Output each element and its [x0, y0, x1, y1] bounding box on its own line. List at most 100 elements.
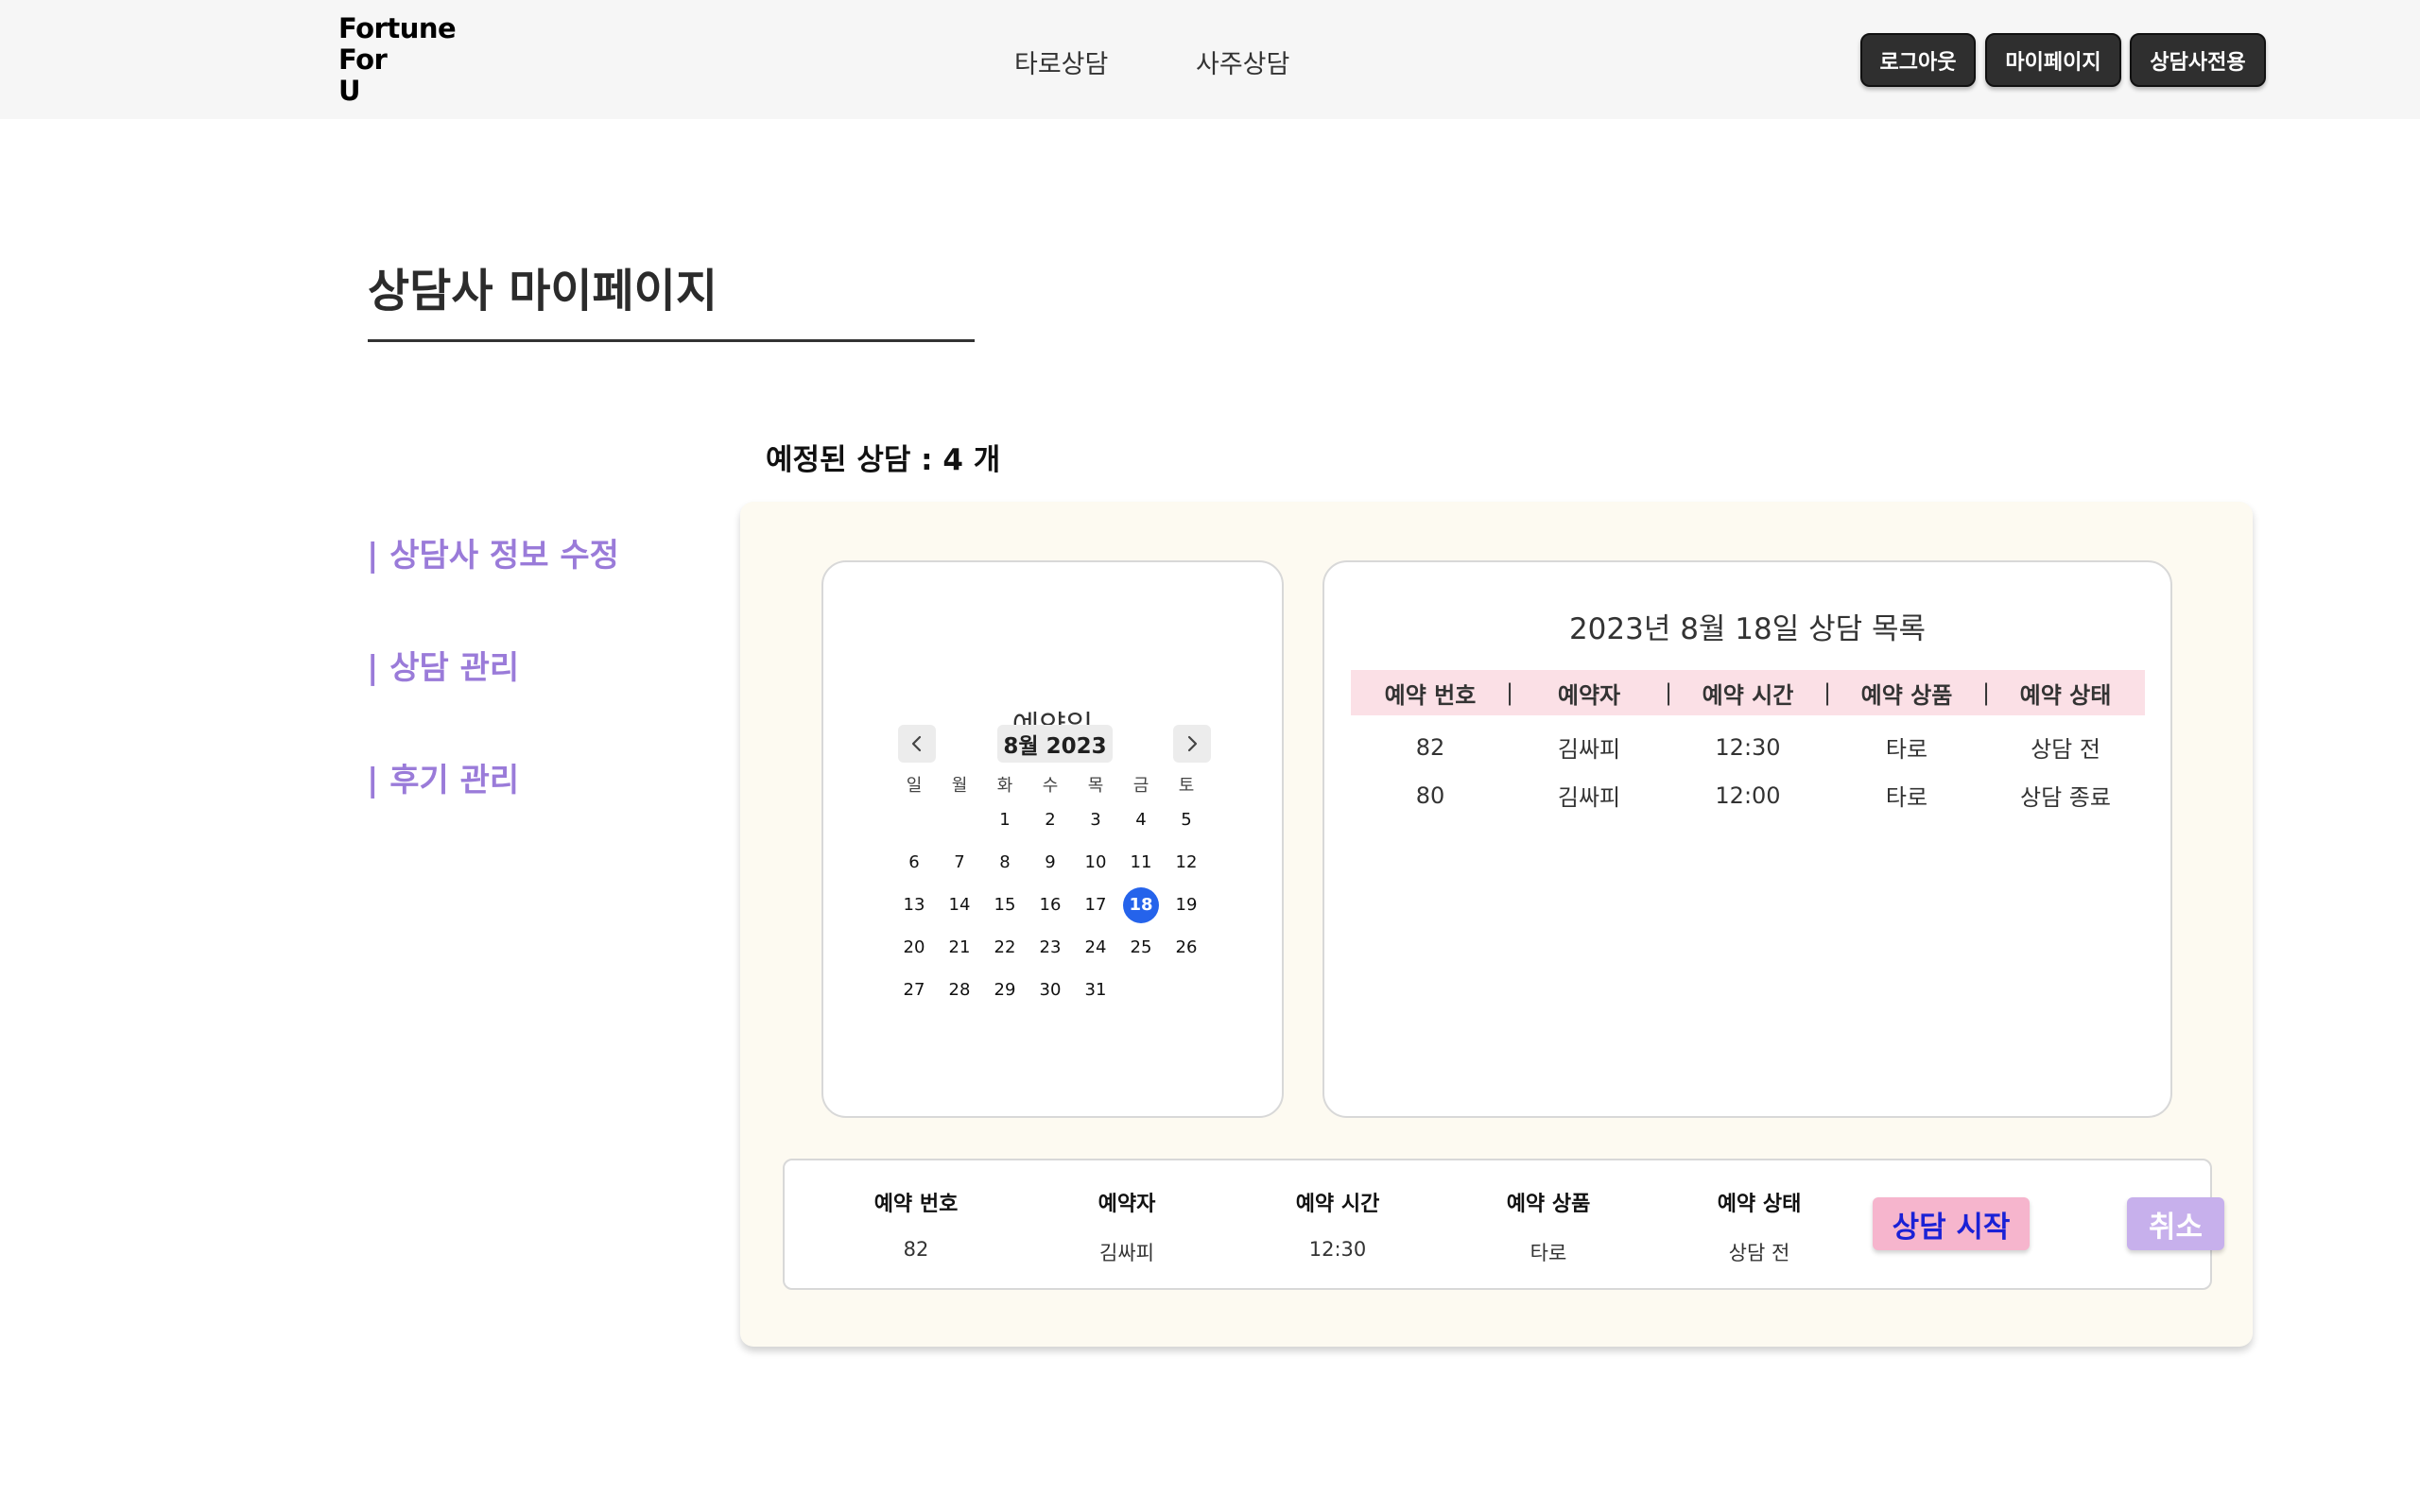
nav-saju[interactable]: 사주상담 [1196, 43, 1289, 80]
calendar-day[interactable]: 24 [1085, 937, 1107, 957]
calendar-day[interactable]: 17 [1085, 895, 1107, 915]
calendar-day[interactable]: 4 [1135, 810, 1146, 830]
sidebar-item-review-management[interactable]: | 후기 관리 [367, 754, 519, 800]
detail-label: 예약 상품 [1506, 1193, 1591, 1216]
calendar-day[interactable]: 22 [994, 937, 1016, 957]
calendar-cell: 1 [982, 810, 1028, 830]
title-divider [368, 339, 975, 342]
calendar-card: 예약일 8월 2023 일 월 화 수 목 금 토 12345678910111… [821, 560, 1284, 1118]
calendar-day[interactable]: 25 [1131, 937, 1152, 957]
column-header: 예약 상태 [2019, 681, 2112, 709]
chevron-left-icon [911, 735, 922, 752]
calendar-cell: 21 [937, 937, 982, 957]
logo[interactable]: Fortune For U [338, 13, 457, 107]
calendar-day[interactable]: 12 [1176, 852, 1198, 872]
calendar-day[interactable]: 26 [1176, 937, 1198, 957]
nav-tarot[interactable]: 타로상담 [1014, 43, 1108, 80]
table-row[interactable]: 80 김싸피 12:00 타로 상담 종료 [1351, 771, 2145, 819]
calendar-day[interactable]: 6 [908, 852, 919, 872]
calendar-cell: 27 [891, 980, 937, 1000]
calendar-day[interactable]: 20 [904, 937, 925, 957]
calendar-day[interactable]: 31 [1085, 980, 1107, 1000]
table-cell: 타로 [1885, 736, 1928, 763]
prev-month-button[interactable] [898, 725, 936, 763]
table-cell: 12:30 [1715, 733, 1781, 761]
calendar-cell: 5 [1164, 810, 1209, 830]
calendar-day[interactable]: 10 [1085, 852, 1107, 872]
calendar-day-selected[interactable]: 18 [1123, 886, 1159, 923]
calendar-day[interactable]: 23 [1040, 937, 1062, 957]
calendar-week-row: 1 2 3 4 5 [891, 799, 1209, 841]
calendar-day[interactable]: 8 [999, 852, 1010, 872]
mypage-button[interactable]: 마이페이지 [1985, 33, 2121, 87]
detail-value: 타로 [1530, 1242, 1567, 1264]
table-cell: 12:00 [1715, 782, 1781, 809]
calendar-cell: 17 [1073, 895, 1118, 915]
calendar-cell: 29 [982, 980, 1028, 1000]
calendar-day[interactable]: 7 [954, 852, 964, 872]
next-month-button[interactable] [1173, 725, 1211, 763]
detail-value: 82 [903, 1238, 929, 1261]
calendar-day[interactable]: 30 [1040, 980, 1062, 1000]
logo-line-2: For [338, 43, 388, 76]
calendar-cell: 12 [1164, 852, 1209, 872]
table-cell: 상담 전 [2031, 736, 2100, 763]
calendar-cell: 3 [1073, 810, 1118, 830]
main-panel: 예약일 8월 2023 일 월 화 수 목 금 토 12345678910111… [740, 502, 2253, 1347]
calendar-day[interactable]: 14 [949, 895, 971, 915]
calendar-day[interactable]: 15 [994, 895, 1016, 915]
calendar-day[interactable]: 11 [1131, 852, 1152, 872]
detail-label: 예약 상태 [1717, 1193, 1802, 1216]
start-consultation-button[interactable]: 상담 시작 [1873, 1197, 2030, 1250]
calendar-cell: 22 [982, 937, 1028, 957]
calendar-cell: 28 [937, 980, 982, 1000]
sidebar-item-edit-profile[interactable]: | 상담사 정보 수정 [367, 529, 619, 576]
calendar-day[interactable]: 9 [1045, 852, 1055, 872]
cancel-button[interactable]: 취소 [2127, 1197, 2224, 1250]
calendar-month-label[interactable]: 8월 2023 [997, 725, 1113, 763]
detail-label: 예약자 [1098, 1193, 1156, 1216]
sidebar-item-consultation-management[interactable]: | 상담 관리 [367, 642, 519, 688]
calendar-day[interactable]: 29 [994, 980, 1016, 1000]
top-header: Fortune For U 타로상담 사주상담 로그아웃 마이페이지 상담사전용 [0, 0, 2420, 119]
column-header: 예약 시간 [1702, 681, 1794, 709]
calendar-day[interactable]: 27 [904, 980, 925, 1000]
weekday-mon: 월 [951, 776, 968, 796]
calendar-day[interactable]: 21 [949, 937, 971, 957]
calendar-cell: 25 [1118, 937, 1164, 957]
calendar-day[interactable]: 13 [904, 895, 925, 915]
calendar-cell: 24 [1073, 937, 1118, 957]
weekday-fri: 금 [1132, 776, 1150, 796]
table-cell: 김싸피 [1557, 736, 1621, 763]
calendar-day[interactable]: 19 [1176, 895, 1198, 915]
calendar-day[interactable]: 28 [949, 980, 971, 1000]
calendar-grid: 일 월 화 수 목 금 토 1 2 3 4 5 6 7 8 9 10 11 12 13 14 15 16 17 1… [891, 770, 1209, 1011]
detail-reservation-number: 예약 번호 82 [840, 1187, 992, 1261]
table-cell: 타로 [1885, 784, 1928, 811]
table-row[interactable]: 82 김싸피 12:30 타로 상담 전 [1351, 723, 2145, 771]
reservation-list-rows: 82 김싸피 12:30 타로 상담 전 80 김싸피 12:00 타로 상담 종료 [1351, 723, 2145, 819]
table-cell: 80 [1415, 782, 1445, 809]
calendar-cell: 31 [1073, 980, 1118, 1000]
calendar-cell: 13 [891, 895, 937, 915]
calendar-day[interactable]: 1 [999, 810, 1010, 830]
calendar-day[interactable]: 3 [1090, 810, 1100, 830]
logout-button[interactable]: 로그아웃 [1860, 33, 1976, 87]
weekday-sat: 토 [1178, 776, 1195, 796]
calendar-cell: 30 [1028, 980, 1073, 1000]
counselor-only-button[interactable]: 상담사전용 [2130, 33, 2266, 87]
calendar-cell: 19 [1164, 895, 1209, 915]
calendar-cell: 2 [1028, 810, 1073, 830]
calendar-cell: 14 [937, 895, 982, 915]
table-cell: 상담 종료 [2020, 784, 2111, 811]
calendar-day[interactable]: 2 [1045, 810, 1055, 830]
calendar-cell: 10 [1073, 852, 1118, 872]
detail-label: 예약 번호 [873, 1193, 959, 1216]
page-title: 상담사 마이페이지 [368, 265, 717, 318]
calendar-day[interactable]: 16 [1040, 895, 1062, 915]
reservation-list-title: 2023년 8월 18일 상담 목록 [1568, 612, 1927, 646]
calendar-cell: 18 [1118, 886, 1164, 923]
calendar-cell: 7 [937, 852, 982, 872]
calendar-day[interactable]: 5 [1181, 810, 1191, 830]
calendar-cell: 23 [1028, 937, 1073, 957]
